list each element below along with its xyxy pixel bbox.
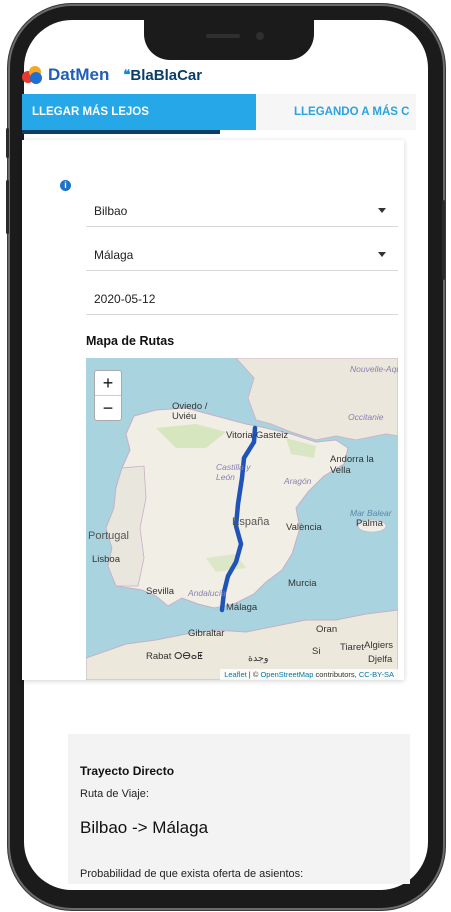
map-label-rabat: Rabat ⵔⴱⴰⵟ bbox=[146, 651, 203, 662]
map-label-aragon: Aragón bbox=[284, 476, 312, 486]
map-label-espana: España bbox=[232, 516, 270, 528]
brand-header: DatMen ❝ BlaBlaCar bbox=[22, 60, 202, 90]
map-label-oviedo: Oviedo / Uviéu bbox=[172, 401, 208, 422]
map-label-andorra: Andorra la Vella bbox=[330, 454, 374, 476]
map-label-algiers: Algiers bbox=[364, 640, 394, 651]
zoom-control: + − bbox=[94, 370, 122, 421]
phone-notch bbox=[144, 20, 314, 60]
map-label-vitoria: Vitoria-Gasteiz bbox=[226, 430, 289, 441]
blablacar-logo-icon: ❝ bbox=[123, 67, 130, 82]
map-attribution: Leaflet | © OpenStreetMap contributors, … bbox=[220, 669, 398, 680]
phone-side-button bbox=[442, 200, 445, 280]
attribution-separator: | © bbox=[246, 670, 261, 679]
tab-llegar-mas-lejos[interactable]: LLEGAR MÁS LEJOS bbox=[22, 94, 256, 130]
map-label-murcia: Murcia bbox=[288, 578, 317, 589]
map-label-gibraltar: Gibraltar bbox=[188, 628, 225, 639]
destination-select[interactable]: Málaga bbox=[86, 240, 398, 271]
map-label-valencia: València bbox=[286, 522, 322, 533]
map-label-malaga: Málaga bbox=[226, 602, 258, 613]
osm-link[interactable]: OpenStreetMap bbox=[260, 670, 313, 679]
map-label-palma: Palma bbox=[356, 518, 383, 529]
route-summary-panel bbox=[68, 734, 410, 884]
tab-bar: LLEGAR MÁS LEJOS LLEGANDO A MÁS C bbox=[22, 94, 416, 134]
zoom-out-button[interactable]: − bbox=[95, 396, 121, 420]
destination-value: Málaga bbox=[94, 248, 134, 262]
attribution-contributors: contributors, bbox=[313, 670, 359, 679]
info-icon[interactable]: i bbox=[60, 180, 71, 191]
chevron-down-icon bbox=[378, 252, 386, 257]
phone-side-button bbox=[6, 180, 9, 234]
map-label-oran: Oran bbox=[316, 624, 338, 635]
chevron-down-icon bbox=[378, 208, 386, 213]
map-label-castilla: Castilla y León bbox=[216, 462, 251, 482]
leaflet-link[interactable]: Leaflet bbox=[224, 670, 247, 679]
map-label-sidi: Si bbox=[312, 646, 321, 657]
origin-select[interactable]: Bilbao bbox=[86, 196, 398, 227]
map-label-oujda: وجدة bbox=[248, 653, 269, 664]
map-label-nouvelle-aquitaine: Nouvelle-Aquitaine bbox=[350, 364, 398, 374]
origin-value: Bilbao bbox=[94, 204, 128, 218]
map-label-tiaret: Tiaret bbox=[340, 642, 364, 653]
camera-icon bbox=[256, 32, 264, 40]
map-label-andalucia: Andalucía bbox=[188, 588, 226, 598]
route-summary-route: Bilbao -> Málaga bbox=[80, 818, 209, 837]
phone-side-button bbox=[6, 128, 9, 158]
route-summary-subtitle: Ruta de Viaje: bbox=[80, 788, 149, 800]
map-label-djelfa: Djelfa bbox=[368, 654, 393, 665]
route-map[interactable]: + − Nouvelle-Aquitaine Occitanie Oviedo … bbox=[86, 358, 398, 680]
zoom-in-button[interactable]: + bbox=[95, 371, 121, 396]
map-label-occitanie: Occitanie bbox=[348, 412, 384, 422]
seat-probability-label: Probabilidad de que exista oferta de asi… bbox=[80, 868, 304, 880]
map-title: Mapa de Rutas bbox=[86, 334, 175, 348]
license-link[interactable]: CC-BY-SA bbox=[359, 670, 394, 679]
map-label-portugal: Portugal bbox=[88, 530, 129, 542]
speaker-icon bbox=[206, 34, 240, 38]
datmen-logo-icon bbox=[22, 66, 42, 84]
blablacar-logo-text[interactable]: BlaBlaCar bbox=[130, 67, 202, 84]
tab-active-indicator bbox=[22, 130, 220, 134]
map-label-lisboa: Lisboa bbox=[92, 554, 120, 565]
tab-llegando-a-mas[interactable]: LLEGANDO A MÁS C bbox=[256, 94, 416, 130]
route-summary-title: Trayecto Directo bbox=[80, 764, 175, 778]
map-label-sevilla: Sevilla bbox=[146, 586, 174, 597]
datmen-logo-text[interactable]: DatMen bbox=[48, 65, 109, 85]
date-value: 2020-05-12 bbox=[94, 292, 156, 306]
date-field[interactable]: 2020-05-12 bbox=[86, 284, 398, 315]
map-label-mar-balear: Mar Balear bbox=[350, 508, 392, 518]
